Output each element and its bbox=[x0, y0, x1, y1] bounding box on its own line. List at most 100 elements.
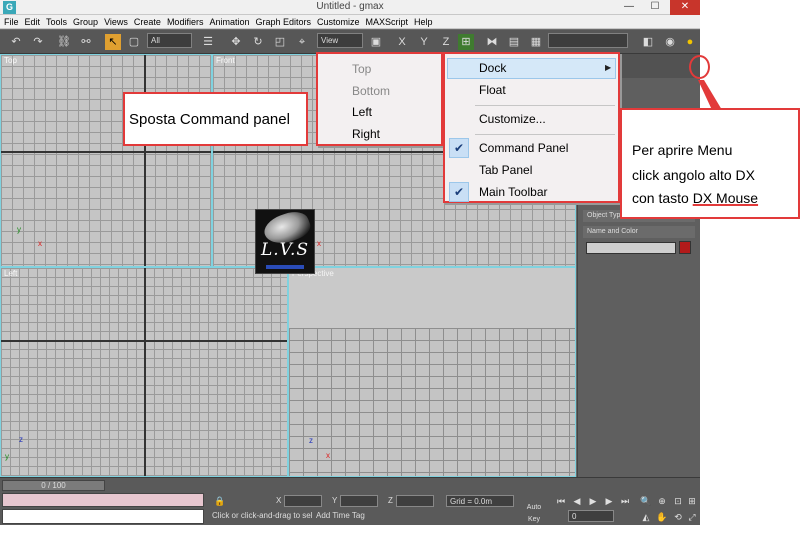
annotation-line-2: click angolo alto DX bbox=[632, 167, 755, 183]
axis-y-icon[interactable]: Y bbox=[416, 34, 432, 50]
rollout-name-and-color[interactable]: Name and Color bbox=[583, 226, 695, 238]
minimize-button[interactable]: — bbox=[616, 0, 642, 15]
menu-item-float[interactable]: Float bbox=[479, 83, 506, 97]
arc-rotate-icon[interactable]: ⟲ bbox=[672, 511, 684, 523]
menu-modifiers[interactable]: Modifiers bbox=[167, 15, 204, 28]
quick-render-icon[interactable]: ● bbox=[682, 34, 698, 50]
zoom-extents-icon[interactable]: ⊡ bbox=[672, 495, 684, 507]
viewport-perspective[interactable]: Perspective z x bbox=[288, 267, 576, 477]
current-frame-field[interactable]: 0 bbox=[568, 510, 614, 522]
lvs-logo: L.V.S bbox=[255, 209, 315, 274]
zoom-icon[interactable]: 🔍 bbox=[640, 495, 652, 507]
viewport-left[interactable]: Left z y bbox=[0, 267, 288, 477]
menu-item-command-panel[interactable]: Command Panel bbox=[479, 141, 568, 155]
pan-icon[interactable]: ✋ bbox=[656, 511, 668, 523]
coord-z-label: Z bbox=[388, 496, 393, 505]
select-region-icon[interactable]: ▢ bbox=[126, 34, 142, 50]
zoom-all-icon[interactable]: ⊕ bbox=[656, 495, 668, 507]
axis-z-icon[interactable]: Z bbox=[438, 34, 454, 50]
coord-x-field[interactable] bbox=[284, 495, 322, 507]
pivot-center-icon[interactable]: ▣ bbox=[368, 34, 384, 50]
maxscript-input[interactable] bbox=[2, 509, 204, 524]
maximize-viewport-icon[interactable]: ⤢ bbox=[686, 511, 698, 523]
maxscript-listener[interactable] bbox=[2, 493, 204, 507]
add-time-tag-button[interactable]: Add Time Tag bbox=[316, 511, 386, 523]
time-slider[interactable]: 0 / 100 bbox=[2, 480, 105, 491]
menu-tools[interactable]: Tools bbox=[46, 15, 67, 28]
rotate-icon[interactable]: ↻ bbox=[250, 34, 266, 50]
object-color-swatch[interactable] bbox=[679, 241, 691, 254]
annotation-line-3: con tasto DX Mouse bbox=[632, 190, 758, 206]
field-of-view-icon[interactable]: ◭ bbox=[640, 511, 652, 523]
front-axis-x-label: x bbox=[317, 239, 321, 248]
previous-frame-icon[interactable]: ◀ bbox=[571, 495, 583, 507]
perspective-grid bbox=[289, 328, 575, 476]
selection-filter-dropdown[interactable]: All bbox=[147, 33, 192, 48]
play-icon[interactable]: ▶ bbox=[587, 495, 599, 507]
align-icon[interactable]: ▤ bbox=[506, 34, 522, 50]
annotation-line-3-prefix: con tasto bbox=[632, 190, 693, 206]
status-bar: 0 / 100 Click or click-and-drag to selec… bbox=[0, 477, 700, 525]
object-name-field[interactable] bbox=[586, 242, 676, 254]
named-selection-icon[interactable]: ▦ bbox=[528, 34, 544, 50]
go-to-start-icon[interactable]: ⏮ bbox=[555, 495, 567, 507]
menu-item-customize[interactable]: Customize... bbox=[479, 112, 546, 126]
top-axis-y-label: y bbox=[17, 225, 21, 234]
viewport-top[interactable]: Top y x bbox=[0, 54, 212, 267]
reference-coord-dropdown[interactable]: View bbox=[317, 33, 363, 48]
close-button[interactable]: ✕ bbox=[670, 0, 700, 15]
menu-item-dock[interactable]: Dock bbox=[479, 61, 506, 75]
left-axis-line-horizontal bbox=[1, 340, 287, 342]
go-to-end-icon[interactable]: ⏭ bbox=[619, 495, 631, 507]
main-toolbar-check-icon: ✔ bbox=[449, 182, 469, 202]
undo-icon[interactable]: ↶ bbox=[8, 34, 24, 50]
menu-item-tab-panel[interactable]: Tab Panel bbox=[479, 163, 532, 177]
pivot-icon[interactable]: ⌖ bbox=[294, 34, 310, 50]
menu-graph-editors[interactable]: Graph Editors bbox=[255, 15, 311, 28]
move-icon[interactable]: ✥ bbox=[228, 34, 244, 50]
top-axis-x-label: x bbox=[38, 239, 42, 248]
viewport-front-label[interactable]: Front bbox=[216, 56, 235, 65]
menu-maxscript[interactable]: MAXScript bbox=[366, 15, 409, 28]
axis-x-icon[interactable]: X bbox=[394, 34, 410, 50]
redo-icon[interactable]: ↷ bbox=[30, 34, 46, 50]
lvs-logo-text: L.V.S bbox=[260, 240, 310, 260]
menu-edit[interactable]: Edit bbox=[25, 15, 41, 28]
menu-views[interactable]: Views bbox=[104, 15, 128, 28]
lock-selection-icon[interactable]: 🔒 bbox=[214, 495, 226, 507]
scale-icon[interactable]: ◰ bbox=[272, 34, 288, 50]
material-editor-icon[interactable]: ◧ bbox=[640, 34, 656, 50]
menu-animation[interactable]: Animation bbox=[209, 15, 249, 28]
menu-create[interactable]: Create bbox=[134, 15, 161, 28]
mirror-icon[interactable]: ⧓ bbox=[484, 34, 500, 50]
coord-z-field[interactable] bbox=[396, 495, 434, 507]
persp-axis-z-label: z bbox=[309, 436, 313, 445]
zoom-extents-all-icon[interactable]: ⊞ bbox=[686, 495, 698, 507]
viewport-left-label[interactable]: Left bbox=[4, 269, 17, 278]
unlink-icon[interactable]: ⚯ bbox=[78, 34, 94, 50]
menu-file[interactable]: File bbox=[4, 15, 19, 28]
menu-customize[interactable]: Customize bbox=[317, 15, 360, 28]
coord-x-label: X bbox=[276, 496, 282, 505]
next-frame-icon[interactable]: ▶ bbox=[603, 495, 615, 507]
lvs-logo-bar bbox=[266, 265, 304, 269]
left-axis-y-label: y bbox=[5, 452, 9, 461]
dock-right-item[interactable]: Right bbox=[352, 127, 380, 141]
menu-help[interactable]: Help bbox=[414, 15, 433, 28]
viewport-top-label[interactable]: Top bbox=[4, 56, 17, 65]
axis-xy-icon[interactable]: ⊞ bbox=[458, 34, 474, 50]
auto-key-button[interactable]: Auto Key bbox=[520, 502, 548, 523]
link-icon[interactable]: ⛓ bbox=[56, 34, 72, 50]
dock-left-item[interactable]: Left bbox=[352, 105, 372, 119]
coord-y-field[interactable] bbox=[340, 495, 378, 507]
render-icon[interactable]: ◉ bbox=[662, 34, 678, 50]
grid-readout: Grid = 0.0m bbox=[446, 495, 514, 507]
select-icon[interactable]: ↖ bbox=[105, 34, 121, 50]
maximize-button[interactable]: ☐ bbox=[642, 0, 668, 15]
select-by-name-icon[interactable]: ☰ bbox=[200, 34, 216, 50]
named-selection-dropdown[interactable] bbox=[548, 33, 628, 48]
menu-group[interactable]: Group bbox=[73, 15, 98, 28]
annotation-line-1: Per aprire Menu bbox=[632, 142, 733, 158]
menu-item-main-toolbar[interactable]: Main Toolbar bbox=[479, 185, 547, 199]
dock-submenu: Top Bottom Left Right bbox=[316, 52, 443, 146]
